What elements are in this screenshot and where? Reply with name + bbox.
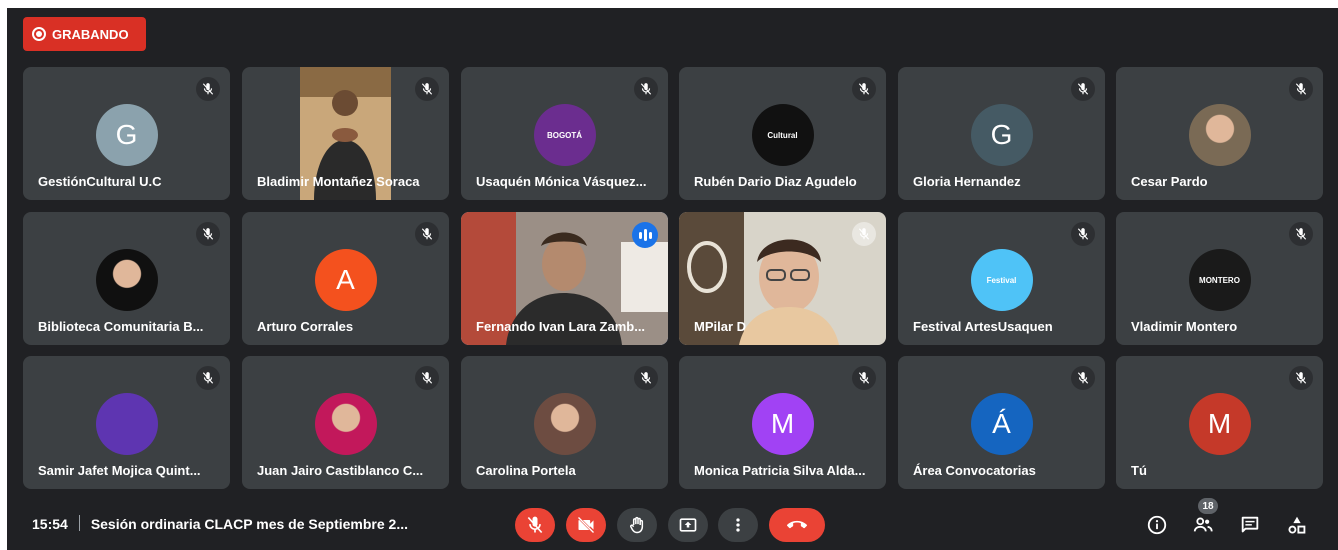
- participant-tile[interactable]: Cesar Pardo: [1116, 67, 1323, 200]
- participant-name: Juan Jairo Castiblanco C...: [257, 463, 424, 478]
- avatar-initial: Á: [970, 393, 1033, 455]
- end-call-icon: [787, 520, 807, 529]
- speaking-indicator-icon: [632, 222, 658, 248]
- participant-name: Usaquén Mónica Vásquez...: [476, 174, 647, 189]
- participant-tile[interactable]: Festival Festival ArtesUsaquen: [898, 212, 1105, 345]
- record-icon: [32, 27, 46, 41]
- participant-tile[interactable]: G GestiónCultural U.C: [23, 67, 230, 200]
- activities-icon: [1288, 516, 1306, 534]
- participant-name: Cesar Pardo: [1131, 174, 1208, 189]
- meeting-details[interactable]: 15:54 Sesión ordinaria CLACP mes de Septi…: [32, 515, 408, 532]
- avatar-logo: BOGOTÁ: [533, 104, 596, 166]
- participant-name: Vladimir Montero: [1131, 319, 1238, 334]
- clock: 15:54: [32, 516, 68, 532]
- camera-toggle-button[interactable]: [566, 508, 606, 542]
- participant-tile[interactable]: MONTERO Vladimir Montero: [1116, 212, 1323, 345]
- bottom-bar: 15:54 Sesión ordinaria CLACP mes de Septi…: [7, 498, 1338, 550]
- mic-off-icon: [1071, 366, 1095, 390]
- divider: [78, 515, 80, 531]
- mic-off-icon: [1071, 222, 1095, 246]
- participant-count-badge: 18: [1198, 498, 1218, 514]
- mic-off-icon: [527, 516, 543, 534]
- participant-name: Fernando Ivan Lara Zamb...: [476, 319, 646, 334]
- participant-name: Carolina Portela: [476, 463, 576, 478]
- mic-off-icon: [852, 77, 876, 101]
- mic-off-icon: [852, 222, 876, 246]
- meeting-title: Sesión ordinaria CLACP mes de Septiembre…: [90, 516, 408, 532]
- people-button[interactable]: [1190, 512, 1216, 538]
- participant-tile[interactable]: Bladimir Montañez Soraca: [242, 67, 449, 200]
- participant-name: Biblioteca Comunitaria B...: [38, 319, 204, 334]
- participant-tile[interactable]: MPilar D: [679, 212, 886, 345]
- avatar-logo: Cultural: [751, 104, 814, 166]
- participant-name: Festival ArtesUsaquen: [913, 319, 1053, 334]
- participant-tile[interactable]: Juan Jairo Castiblanco C...: [242, 356, 449, 489]
- mic-toggle-button[interactable]: [515, 508, 555, 542]
- participant-tile[interactable]: Biblioteca Comunitaria B...: [23, 212, 230, 345]
- participant-name: MPilar D: [694, 319, 747, 334]
- present-icon: [679, 518, 697, 532]
- participant-name: Gloria Hernandez: [913, 174, 1021, 189]
- meet-window: GRABANDO G GestiónCultural U.C Bladimir Mo…: [7, 8, 1338, 550]
- chat-icon: [1241, 516, 1259, 533]
- mic-off-icon: [415, 77, 439, 101]
- avatar-initial: M: [1188, 393, 1251, 455]
- recording-badge: GRABANDO: [23, 17, 146, 51]
- avatar-initial: A: [314, 249, 377, 311]
- participant-tile[interactable]: G Gloria Hernandez: [898, 67, 1105, 200]
- mic-off-icon: [415, 366, 439, 390]
- avatar-logo: MONTERO: [1188, 249, 1251, 311]
- mic-off-icon: [634, 366, 658, 390]
- leave-call-button[interactable]: [769, 508, 825, 542]
- participant-name: GestiónCultural U.C: [38, 174, 162, 189]
- raise-hand-button[interactable]: [617, 508, 657, 542]
- participant-name: Tú: [1131, 463, 1147, 478]
- participant-tile[interactable]: Fernando Ivan Lara Zamb...: [461, 212, 668, 345]
- participant-name: Arturo Corrales: [257, 319, 354, 334]
- participant-name: Samir Jafet Mojica Quint...: [38, 463, 201, 478]
- participant-tile[interactable]: M Monica Patricia Silva Alda...: [679, 356, 886, 489]
- avatar-logo: Festival: [970, 249, 1033, 311]
- activities-button[interactable]: [1284, 512, 1310, 538]
- avatar-logo: [95, 393, 158, 455]
- participant-tile[interactable]: Cultural Rubén Dario Diaz Agudelo: [679, 67, 886, 200]
- mic-off-icon: [634, 77, 658, 101]
- mic-off-icon: [415, 222, 439, 246]
- meeting-info-button[interactable]: [1144, 512, 1170, 538]
- more-icon: [736, 518, 740, 532]
- people-icon: [1193, 517, 1213, 532]
- raise-hand-icon: [630, 516, 644, 534]
- participant-tile[interactable]: Carolina Portela: [461, 356, 668, 489]
- participant-name: Monica Patricia Silva Alda...: [694, 463, 866, 478]
- chat-button[interactable]: [1237, 512, 1263, 538]
- avatar-initial: M: [751, 393, 814, 455]
- mic-off-icon: [196, 366, 220, 390]
- mic-off-icon: [852, 366, 876, 390]
- avatar-initial: G: [970, 104, 1033, 166]
- participant-tile[interactable]: Á Área Convocatorias: [898, 356, 1105, 489]
- participant-tile[interactable]: BOGOTÁ Usaquén Mónica Vásquez...: [461, 67, 668, 200]
- participant-name: Área Convocatorias: [913, 463, 1036, 478]
- info-icon: [1147, 515, 1167, 535]
- avatar-initial: G: [95, 104, 158, 166]
- avatar-photo: [533, 393, 596, 455]
- avatar-photo: [314, 393, 377, 455]
- recording-label: GRABANDO: [52, 26, 129, 42]
- participant-tile[interactable]: Samir Jafet Mojica Quint...: [23, 356, 230, 489]
- camera-off-icon: [577, 516, 595, 534]
- participant-name: Rubén Dario Diaz Agudelo: [694, 174, 857, 189]
- avatar-photo: [95, 249, 158, 311]
- participant-tile[interactable]: M Tú: [1116, 356, 1323, 489]
- present-button[interactable]: [668, 508, 708, 542]
- mic-off-icon: [196, 222, 220, 246]
- mic-off-icon: [1289, 366, 1313, 390]
- mic-off-icon: [196, 77, 220, 101]
- participant-name: Bladimir Montañez Soraca: [257, 174, 420, 189]
- mic-off-icon: [1289, 77, 1313, 101]
- avatar-photo: [1188, 104, 1251, 166]
- more-options-button[interactable]: [718, 508, 758, 542]
- participant-tile[interactable]: A Arturo Corrales: [242, 212, 449, 345]
- mic-off-icon: [1289, 222, 1313, 246]
- mic-off-icon: [1071, 77, 1095, 101]
